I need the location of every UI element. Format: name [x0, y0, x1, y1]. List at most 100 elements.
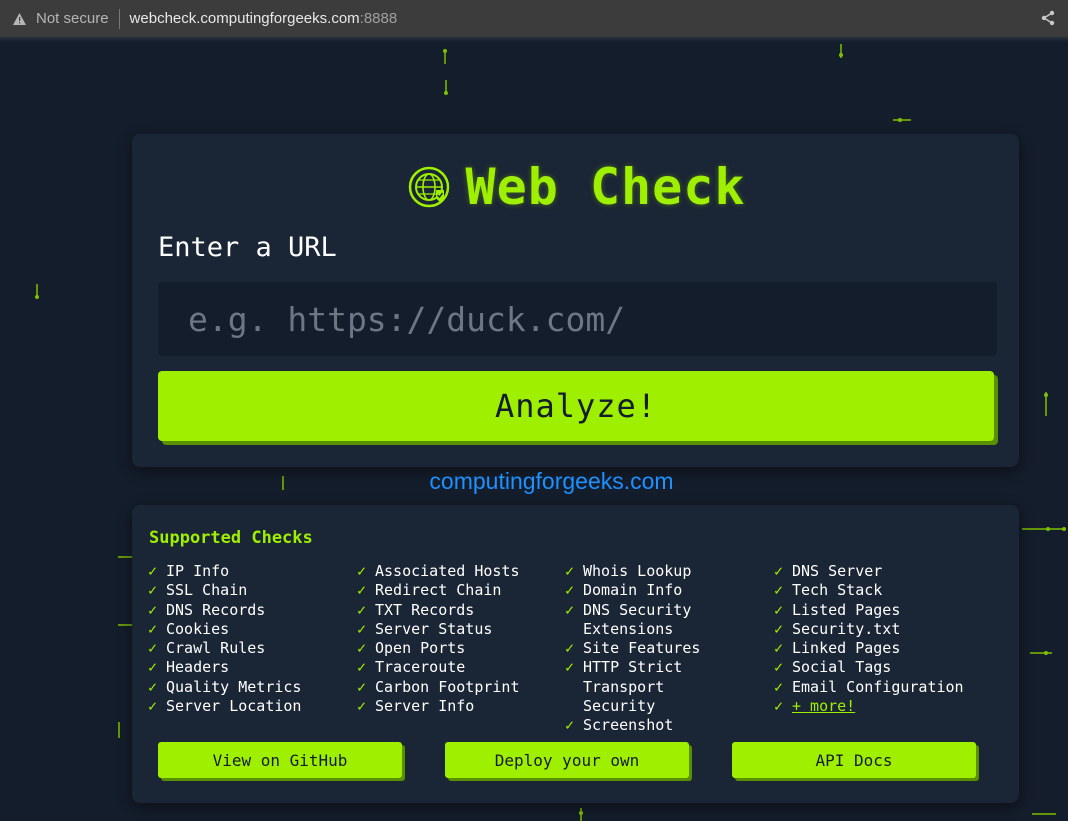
check-label: Screenshot	[583, 716, 674, 735]
check-item: ✓ Email Configuration	[774, 678, 974, 697]
check-item: ✓ Headers	[148, 658, 348, 677]
supported-checks-card: Supported Checks ✓ IP Info ✓ SSL Chain ✓ DN…	[132, 505, 1019, 803]
check-mark-icon: ✓	[148, 619, 158, 638]
address-bar-shadow	[0, 37, 1068, 42]
api-docs-button[interactable]: API Docs	[732, 742, 976, 778]
decorative-pin-icon	[579, 808, 583, 821]
check-mark-icon: ✓	[774, 581, 784, 600]
share-icon[interactable]	[1040, 10, 1056, 26]
check-item: ✓ IP Info	[148, 562, 348, 581]
check-label: Site Features	[583, 639, 701, 658]
decorative-pin-icon	[118, 722, 120, 738]
check-mark-icon: ✓	[357, 562, 367, 580]
decorative-pin-icon	[1044, 392, 1048, 416]
checks-column-4: ✓ DNS Server ✓ Tech Stack ✓ Listed Pages ✓ S…	[774, 562, 974, 716]
site-link[interactable]: computingforgeeks.com	[0, 468, 1068, 495]
check-mark-icon: ✓	[565, 658, 575, 677]
check-label: Server Location	[166, 697, 302, 716]
analyze-button[interactable]: Analyze!	[158, 371, 994, 441]
check-item: ✓ HTTP Strict Transport Security	[565, 658, 745, 716]
check-mark-icon: ✓	[148, 581, 158, 600]
check-item: ✓ DNS Security Extensions	[565, 601, 740, 640]
check-mark-icon: ✓	[565, 716, 575, 735]
check-item: ✓ Social Tags	[774, 658, 974, 677]
decorative-pin-icon	[443, 49, 447, 64]
deploy-your-own-button[interactable]: Deploy your own	[445, 742, 689, 778]
check-label: Server Info	[375, 697, 475, 716]
check-label: Crawl Rules	[166, 639, 266, 658]
check-item: ✓ Tech Stack	[774, 581, 974, 600]
check-item: ✓ Domain Info	[565, 581, 765, 600]
address-url[interactable]: webcheck.computingforgeeks.com:8888	[130, 10, 398, 27]
check-item: ✓ Quality Metrics	[148, 678, 348, 697]
check-label: Domain Info	[583, 581, 683, 600]
check-mark-icon: ✓	[774, 562, 784, 580]
check-mark-icon: ✓	[357, 697, 367, 716]
browser-address-bar: Not secure webcheck.computingforgeeks.co…	[0, 0, 1068, 37]
check-label: Tech Stack	[792, 581, 883, 600]
check-label: Associated Hosts	[375, 562, 520, 580]
check-item: ✓ Open Ports	[357, 639, 557, 658]
decorative-pin-icon	[1022, 527, 1066, 531]
check-mark-icon: ✓	[774, 677, 784, 696]
check-item: ✓ Linked Pages	[774, 639, 974, 658]
check-mark-icon: ✓	[774, 639, 784, 658]
decorative-pin-icon	[1030, 651, 1052, 655]
check-mark-icon: ✓	[357, 600, 367, 619]
check-label: Traceroute	[375, 658, 466, 677]
check-mark-icon: ✓	[148, 697, 158, 716]
check-mark-icon: ✓	[774, 600, 784, 619]
check-item: ✓ Site Features	[565, 639, 765, 658]
check-mark-icon: ✓	[148, 677, 158, 696]
check-mark-icon: ✓	[148, 658, 158, 677]
check-mark-icon: ✓	[565, 600, 575, 619]
warning-triangle-icon[interactable]	[12, 12, 26, 26]
check-label: Server Status	[375, 619, 493, 638]
check-item: ✓ Server Info	[357, 697, 557, 716]
check-mark-icon: ✓	[357, 658, 367, 677]
check-label: DNS Server	[792, 562, 883, 580]
checks-column-3: ✓ Whois Lookup ✓ Domain Info ✓ DNS Security…	[565, 562, 765, 736]
check-mark-icon: ✓	[774, 697, 784, 716]
security-status[interactable]: Not secure	[36, 10, 109, 27]
more-checks-link[interactable]: + more!	[792, 697, 855, 715]
check-item: ✓ TXT Records	[357, 601, 557, 620]
url-port: :8888	[359, 10, 398, 27]
check-mark-icon: ✓	[357, 581, 367, 600]
check-item: ✓ Cookies	[148, 620, 348, 639]
check-item: ✓ Whois Lookup	[565, 562, 765, 581]
check-mark-icon: ✓	[565, 581, 575, 600]
check-label: Linked Pages	[792, 639, 901, 658]
check-item: ✓ Redirect Chain	[357, 581, 557, 600]
check-item: ✓ + more!	[774, 697, 974, 716]
check-item: ✓ Screenshot	[565, 716, 765, 735]
check-item: ✓ Crawl Rules	[148, 639, 348, 658]
view-on-github-button[interactable]: View on GitHub	[158, 742, 402, 778]
check-mark-icon: ✓	[148, 600, 158, 619]
check-label: DNS Records	[166, 600, 266, 619]
app-header: Web Check	[132, 156, 1019, 218]
check-mark-icon: ✓	[148, 562, 158, 580]
address-separator	[118, 8, 120, 29]
check-mark-icon: ✓	[357, 619, 367, 638]
check-item: ✓ SSL Chain	[148, 581, 348, 600]
check-item: ✓ Carbon Footprint	[357, 678, 557, 697]
check-mark-icon: ✓	[357, 639, 367, 658]
check-mark-icon: ✓	[774, 619, 784, 638]
url-field-label: Enter a URL	[158, 232, 337, 263]
checks-column-1: ✓ IP Info ✓ SSL Chain ✓ DNS Records ✓ Cookie…	[148, 562, 348, 716]
check-mark-icon: ✓	[357, 677, 367, 696]
check-item: ✓ Traceroute	[357, 658, 557, 677]
check-label: Email Configuration	[792, 677, 964, 696]
check-label: Social Tags	[792, 658, 892, 677]
check-item: ✓ Server Location	[148, 697, 348, 716]
url-input[interactable]	[158, 282, 997, 356]
check-label: Cookies	[166, 619, 230, 638]
check-label: Security.txt	[792, 619, 901, 638]
check-label: TXT Records	[375, 600, 475, 619]
check-label: Open Ports	[375, 639, 466, 658]
check-mark-icon: ✓	[565, 639, 575, 658]
check-item: ✓ Listed Pages	[774, 601, 974, 620]
check-item: ✓ Associated Hosts	[357, 562, 557, 581]
check-item: ✓ DNS Server	[774, 562, 974, 581]
